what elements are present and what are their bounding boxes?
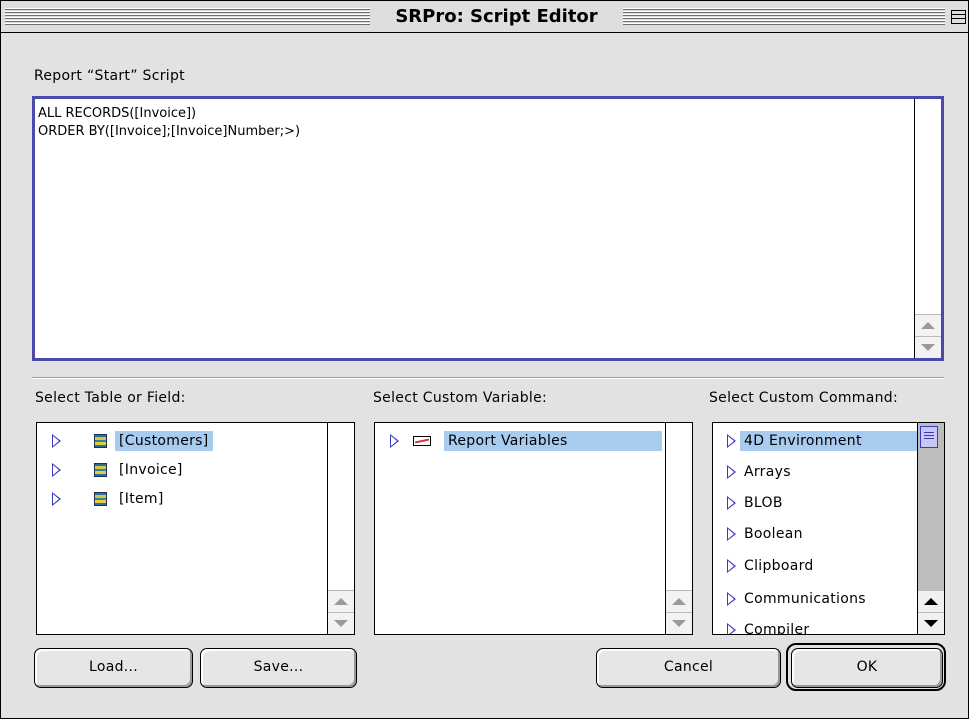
grip-lines-icon (924, 432, 934, 441)
table-icon (94, 492, 107, 506)
list-item-label: Arrays (744, 464, 791, 480)
list-item-label: Clipboard (744, 558, 814, 574)
script-scroll-up-button[interactable] (915, 314, 941, 336)
commands-scrollbar[interactable] (917, 423, 944, 634)
list-item-label: BLOB (744, 495, 783, 511)
variables-scroll-down-button[interactable] (666, 612, 692, 634)
list-item[interactable]: [Invoice] (37, 455, 327, 484)
collapse-box-icon[interactable] (951, 10, 966, 24)
load-button[interactable]: Load... (34, 648, 193, 688)
list-item-label: [Customers] (115, 431, 213, 451)
list-item[interactable]: 4D Environment (713, 426, 920, 455)
list-item-label: Report Variables (444, 431, 662, 451)
list-item-label: Communications (744, 591, 866, 607)
ok-button[interactable]: OK (791, 648, 943, 688)
disclosure-triangle-icon[interactable] (52, 463, 61, 477)
script-text[interactable]: ALL RECORDS([Invoice]) ORDER BY([Invoice… (38, 105, 918, 141)
commands-scroll-up-button[interactable] (918, 590, 944, 612)
script-label: Report “Start” Script (34, 68, 185, 84)
commands-scroll-down-button[interactable] (918, 612, 944, 634)
save-button[interactable]: Save... (200, 648, 357, 688)
variables-label: Select Custom Variable: (373, 390, 548, 406)
list-item[interactable]: Clipboard (713, 551, 918, 580)
title-bar-stripes-right (623, 8, 945, 25)
title-bar[interactable]: SRPro: Script Editor (1, 1, 968, 33)
disclosure-triangle-icon[interactable] (727, 434, 736, 448)
script-editor-window: SRPro: Script Editor Report “Start” Scri… (0, 0, 969, 719)
tables-list[interactable]: [Customers] [Invoice] [Item] (36, 422, 355, 635)
cancel-button[interactable]: Cancel (596, 648, 781, 688)
tables-scroll-up-button[interactable] (328, 590, 354, 612)
list-item[interactable]: Arrays (713, 457, 918, 486)
script-textarea[interactable]: ALL RECORDS([Invoice]) ORDER BY([Invoice… (32, 96, 944, 361)
script-scroll-down-button[interactable] (915, 336, 941, 358)
variable-group-icon (413, 436, 431, 446)
commands-list[interactable]: 4D Environment Arrays BLOB Boolean Clipb… (712, 422, 945, 635)
scroll-down-arrow-icon (924, 620, 938, 627)
script-scrollbar[interactable] (914, 99, 941, 358)
list-item[interactable]: Compiler (713, 615, 918, 635)
list-item[interactable]: [Customers] (37, 426, 327, 455)
disclosure-triangle-icon[interactable] (727, 623, 736, 634)
commands-label: Select Custom Command: (709, 390, 898, 406)
disclosure-triangle-icon[interactable] (727, 559, 736, 573)
scroll-thumb[interactable] (920, 426, 938, 448)
list-item-label: Boolean (744, 526, 803, 542)
list-item-label: [Item] (119, 491, 164, 507)
disclosure-triangle-icon[interactable] (52, 434, 61, 448)
tables-scrollbar[interactable] (327, 423, 354, 634)
disclosure-triangle-icon[interactable] (727, 592, 736, 606)
variables-scrollbar[interactable] (665, 423, 692, 634)
list-item[interactable]: Report Variables (375, 426, 665, 455)
table-icon (94, 463, 107, 477)
window-title: SRPro: Script Editor (395, 6, 598, 27)
disclosure-triangle-icon[interactable] (727, 465, 736, 479)
list-item-label: 4D Environment (740, 431, 920, 451)
tables-scroll-down-button[interactable] (328, 612, 354, 634)
disclosure-triangle-icon[interactable] (390, 434, 399, 448)
scroll-down-arrow-icon (921, 344, 935, 351)
tables-label: Select Table or Field: (35, 390, 186, 406)
list-item[interactable]: Boolean (713, 519, 918, 548)
list-item-label: [Invoice] (119, 462, 183, 478)
variables-scroll-up-button[interactable] (666, 590, 692, 612)
list-item-label: Compiler (744, 622, 810, 635)
scroll-up-arrow-icon (672, 598, 686, 605)
scroll-up-arrow-icon (921, 322, 935, 329)
variables-list[interactable]: Report Variables (374, 422, 693, 635)
section-divider-highlight (32, 378, 944, 379)
scroll-down-arrow-icon (672, 620, 686, 627)
disclosure-triangle-icon[interactable] (727, 527, 736, 541)
list-item[interactable]: [Item] (37, 484, 327, 513)
list-item[interactable]: BLOB (713, 488, 918, 517)
scroll-up-arrow-icon (924, 598, 938, 605)
disclosure-triangle-icon[interactable] (52, 492, 61, 506)
table-icon (94, 434, 107, 448)
title-bar-stripes-left (5, 8, 370, 25)
scroll-up-arrow-icon (334, 598, 348, 605)
scroll-down-arrow-icon (334, 620, 348, 627)
list-item[interactable]: Communications (713, 584, 918, 613)
disclosure-triangle-icon[interactable] (727, 496, 736, 510)
